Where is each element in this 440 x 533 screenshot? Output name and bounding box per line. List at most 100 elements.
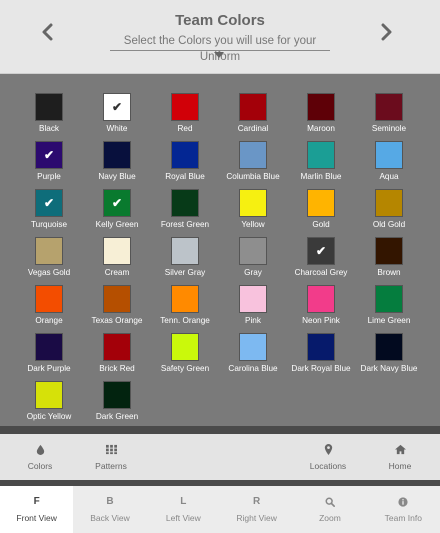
- color-chip[interactable]: [239, 141, 267, 169]
- color-swatch-brick-red[interactable]: Brick Red: [83, 333, 151, 381]
- color-swatch-brown[interactable]: Brown: [355, 237, 423, 285]
- color-swatch-silver-gray[interactable]: Silver Gray: [151, 237, 219, 285]
- color-swatch-optic-yellow[interactable]: Optic Yellow: [15, 381, 83, 429]
- color-swatch-navy-blue[interactable]: Navy Blue: [83, 141, 151, 189]
- color-chip[interactable]: [307, 333, 335, 361]
- tab-team-info[interactable]: Team Info: [367, 486, 440, 533]
- tab-zoom[interactable]: Zoom: [293, 486, 366, 533]
- color-chip[interactable]: [239, 333, 267, 361]
- color-chip[interactable]: [375, 285, 403, 313]
- color-swatch-lime-green[interactable]: Lime Green: [355, 285, 423, 333]
- color-chip[interactable]: [375, 141, 403, 169]
- color-chip[interactable]: [35, 381, 63, 409]
- color-chip[interactable]: [239, 189, 267, 217]
- color-name-label: Black: [38, 124, 60, 133]
- color-chip[interactable]: [171, 189, 199, 217]
- color-name-label: Tenn. Orange: [160, 316, 210, 325]
- color-chip[interactable]: ✔: [307, 237, 335, 265]
- color-chip[interactable]: [171, 285, 199, 313]
- color-chip[interactable]: ✔: [103, 93, 131, 121]
- color-chip[interactable]: [103, 237, 131, 265]
- tab-front-view[interactable]: F Front View: [0, 486, 74, 533]
- color-chip[interactable]: [35, 285, 63, 313]
- color-chip[interactable]: [375, 189, 403, 217]
- color-swatch-dark-navy-blue[interactable]: Dark Navy Blue: [355, 333, 423, 381]
- color-chip[interactable]: [307, 141, 335, 169]
- color-chip[interactable]: [171, 333, 199, 361]
- view-tabs: F Front View B Back View L Left View R R…: [0, 486, 440, 533]
- color-chip[interactable]: [171, 141, 199, 169]
- color-chip[interactable]: [35, 333, 63, 361]
- home-tool-button[interactable]: Home: [370, 434, 430, 480]
- color-chip[interactable]: [375, 93, 403, 121]
- color-swatch-forest-green[interactable]: Forest Green: [151, 189, 219, 237]
- color-chip[interactable]: [239, 285, 267, 313]
- color-chip[interactable]: [103, 285, 131, 313]
- color-name-label: Carolina Blue: [228, 364, 278, 373]
- color-name-label: Silver Gray: [164, 268, 206, 277]
- color-swatch-columbia-blue[interactable]: Columbia Blue: [219, 141, 287, 189]
- color-chip[interactable]: [171, 237, 199, 265]
- color-chip[interactable]: [239, 237, 267, 265]
- patterns-tool-button[interactable]: Patterns: [81, 434, 141, 480]
- color-swatch-texas-orange[interactable]: Texas Orange: [83, 285, 151, 333]
- color-swatch-neon-pink[interactable]: Neon Pink: [287, 285, 355, 333]
- color-name-label: Dark Green: [95, 412, 139, 421]
- color-name-label: Columbia Blue: [226, 172, 280, 181]
- color-chip[interactable]: ✔: [35, 189, 63, 217]
- color-chip[interactable]: [307, 285, 335, 313]
- front-view-label: Front View: [16, 513, 57, 523]
- color-name-label: Dark Purple: [27, 364, 71, 373]
- color-swatch-kelly-green[interactable]: ✔ Kelly Green: [83, 189, 151, 237]
- color-swatch-marlin-blue[interactable]: Marlin Blue: [287, 141, 355, 189]
- color-chip[interactable]: [307, 189, 335, 217]
- color-swatch-red[interactable]: Red: [151, 93, 219, 141]
- color-chip[interactable]: [239, 93, 267, 121]
- color-swatch-seminole[interactable]: Seminole: [355, 93, 423, 141]
- color-chip[interactable]: [375, 237, 403, 265]
- locations-tool-button[interactable]: Locations: [298, 434, 358, 480]
- color-chip[interactable]: [307, 93, 335, 121]
- drop-icon: [36, 444, 44, 455]
- color-swatch-royal-blue[interactable]: Royal Blue: [151, 141, 219, 189]
- color-swatch-old-gold[interactable]: Old Gold: [355, 189, 423, 237]
- color-swatch-dark-purple[interactable]: Dark Purple: [15, 333, 83, 381]
- color-chip[interactable]: [103, 381, 131, 409]
- color-chip[interactable]: [375, 333, 403, 361]
- next-arrow-icon[interactable]: [374, 20, 398, 44]
- color-chip[interactable]: [35, 93, 63, 121]
- color-chip[interactable]: [103, 141, 131, 169]
- color-swatch-maroon[interactable]: Maroon: [287, 93, 355, 141]
- color-swatch-cream[interactable]: Cream: [83, 237, 151, 285]
- colors-tool-button[interactable]: Colors: [10, 434, 70, 480]
- color-chip[interactable]: [35, 237, 63, 265]
- color-swatch-carolina-blue[interactable]: Carolina Blue: [219, 333, 287, 381]
- color-grid: Black ✔ White Red Cardinal Maroon Seminole ✔ Pur…: [15, 93, 425, 429]
- color-swatch-pink[interactable]: Pink: [219, 285, 287, 333]
- color-swatch-tenn-orange[interactable]: Tenn. Orange: [151, 285, 219, 333]
- color-swatch-gold[interactable]: Gold: [287, 189, 355, 237]
- color-swatch-safety-green[interactable]: Safety Green: [151, 333, 219, 381]
- tab-back-view[interactable]: B Back View: [73, 486, 146, 533]
- color-chip[interactable]: [103, 333, 131, 361]
- color-swatch-white[interactable]: ✔ White: [83, 93, 151, 141]
- color-swatch-black[interactable]: Black: [15, 93, 83, 141]
- color-swatch-vegas-gold[interactable]: Vegas Gold: [15, 237, 83, 285]
- color-swatch-dark-green[interactable]: Dark Green: [83, 381, 151, 429]
- color-chip[interactable]: ✔: [103, 189, 131, 217]
- color-swatch-yellow[interactable]: Yellow: [219, 189, 287, 237]
- color-swatch-cardinal[interactable]: Cardinal: [219, 93, 287, 141]
- color-chip[interactable]: ✔: [35, 141, 63, 169]
- color-swatch-orange[interactable]: Orange: [15, 285, 83, 333]
- color-chip[interactable]: [171, 93, 199, 121]
- color-swatch-aqua[interactable]: Aqua: [355, 141, 423, 189]
- tab-left-view[interactable]: L Left View: [147, 486, 220, 533]
- info-icon: [398, 496, 408, 507]
- color-swatch-turquoise[interactable]: ✔ Turquoise: [15, 189, 83, 237]
- color-swatch-gray[interactable]: Gray: [219, 237, 287, 285]
- tab-right-view[interactable]: R Right View: [220, 486, 293, 533]
- color-swatch-purple[interactable]: ✔ Purple: [15, 141, 83, 189]
- front-view-key: F: [33, 496, 40, 507]
- color-swatch-charcoal-grey[interactable]: ✔ Charcoal Grey: [287, 237, 355, 285]
- color-swatch-dark-royal-blue[interactable]: Dark Royal Blue: [287, 333, 355, 381]
